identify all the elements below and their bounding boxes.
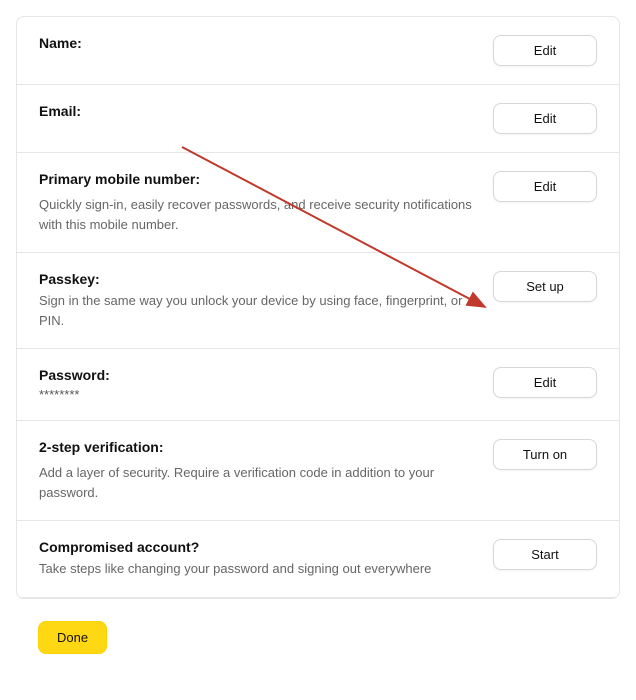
done-button[interactable]: Done: [38, 621, 107, 654]
start-compromised-button[interactable]: Start: [493, 539, 597, 570]
two-step-description: Add a layer of security. Require a verif…: [39, 463, 473, 502]
row-name-content: Name:: [39, 35, 493, 55]
row-password: Password: ******** Edit: [17, 349, 619, 421]
row-name: Name: Edit: [17, 17, 619, 85]
row-email-content: Email:: [39, 103, 493, 123]
row-compromised: Compromised account? Take steps like cha…: [17, 521, 619, 598]
passkey-description: Sign in the same way you unlock your dev…: [39, 291, 473, 330]
password-value: ********: [39, 387, 473, 402]
compromised-description: Take steps like changing your password a…: [39, 559, 473, 579]
edit-email-button[interactable]: Edit: [493, 103, 597, 134]
edit-name-button[interactable]: Edit: [493, 35, 597, 66]
passkey-label: Passkey:: [39, 271, 473, 287]
edit-mobile-button[interactable]: Edit: [493, 171, 597, 202]
row-password-content: Password: ********: [39, 367, 493, 402]
name-label: Name:: [39, 35, 473, 51]
two-step-label: 2-step verification:: [39, 439, 473, 455]
compromised-label: Compromised account?: [39, 539, 473, 555]
row-passkey-content: Passkey: Sign in the same way you unlock…: [39, 271, 493, 330]
row-mobile: Primary mobile number: Quickly sign-in, …: [17, 153, 619, 253]
row-two-step-content: 2-step verification: Add a layer of secu…: [39, 439, 493, 502]
email-label: Email:: [39, 103, 473, 119]
setup-passkey-button[interactable]: Set up: [493, 271, 597, 302]
row-mobile-content: Primary mobile number: Quickly sign-in, …: [39, 171, 493, 234]
login-security-card: Name: Edit Email: Edit Primary mobile nu…: [16, 16, 620, 599]
row-compromised-content: Compromised account? Take steps like cha…: [39, 539, 493, 579]
turn-on-two-step-button[interactable]: Turn on: [493, 439, 597, 470]
mobile-label: Primary mobile number:: [39, 171, 473, 187]
edit-password-button[interactable]: Edit: [493, 367, 597, 398]
row-email: Email: Edit: [17, 85, 619, 153]
row-two-step: 2-step verification: Add a layer of secu…: [17, 421, 619, 521]
row-passkey: Passkey: Sign in the same way you unlock…: [17, 253, 619, 349]
mobile-description: Quickly sign-in, easily recover password…: [39, 195, 473, 234]
password-label: Password:: [39, 367, 473, 383]
